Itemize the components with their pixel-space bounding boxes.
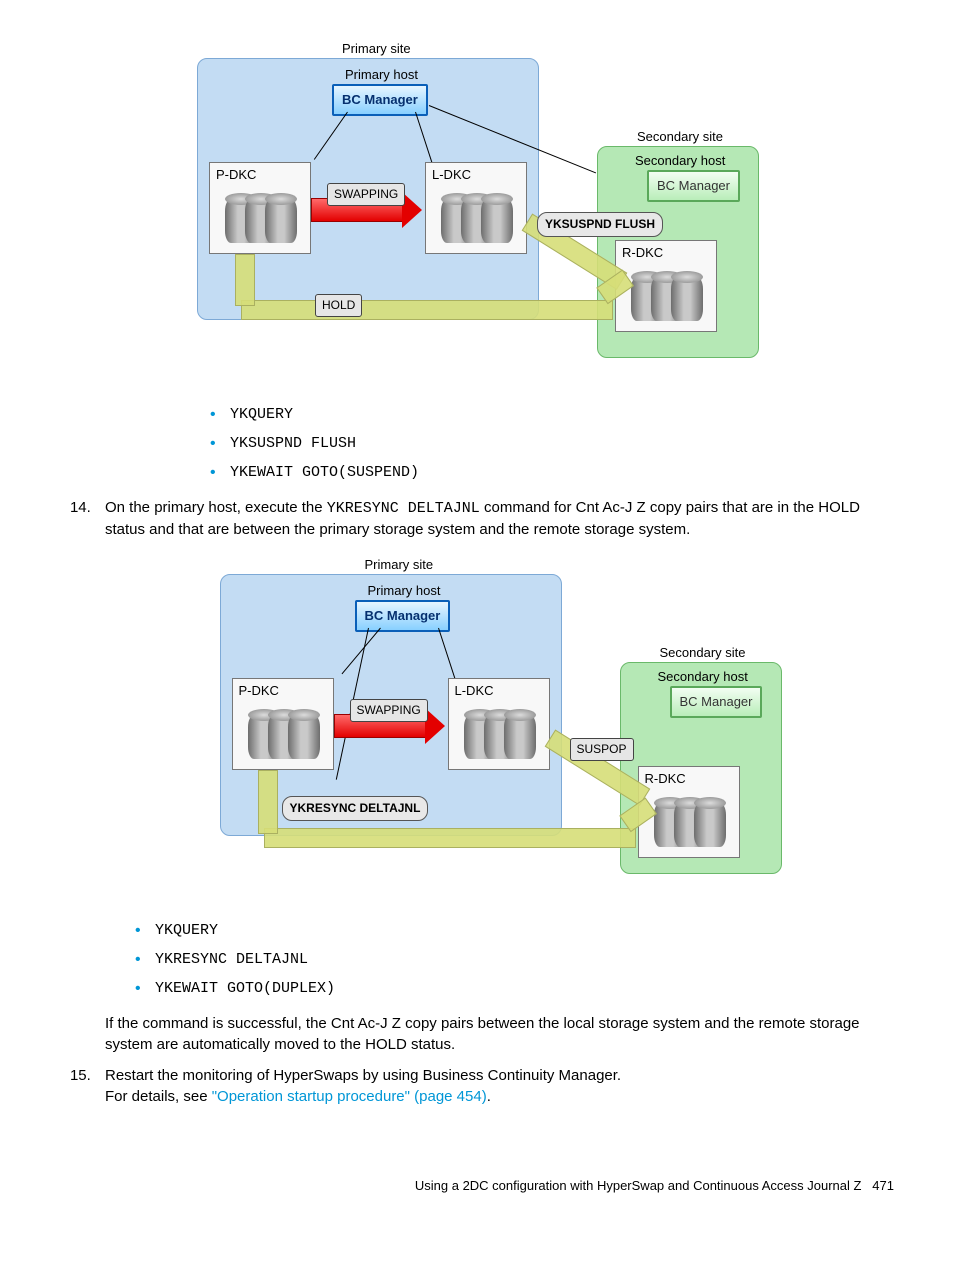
fig1-op-bubble: YKSUSPND FLUSH (537, 212, 663, 237)
fig1-primary-host-label: Primary host (345, 66, 418, 84)
fig1-bc-manager-secondary: BC Manager (647, 170, 740, 202)
fig1-l-dkc: L-DKC (425, 162, 527, 254)
step15-details-post: . (487, 1088, 491, 1105)
step15-text: Restart the monitoring of HyperSwaps by … (105, 1065, 894, 1086)
fig2-p-dkc: P-DKC (232, 678, 334, 770)
footer-page-number: 471 (872, 1178, 894, 1193)
fig1-primary-site-label: Primary site (342, 40, 411, 58)
step14-result: If the command is successful, the Cnt Ac… (105, 1013, 894, 1055)
step15-details: For details, see "Operation startup proc… (105, 1086, 894, 1107)
figure-1: Primary site Primary host BC Manager Sec… (60, 40, 894, 386)
fig2-secondary-site-label: Secondary site (660, 644, 746, 662)
fig1-p-dkc-label: P-DKC (216, 166, 256, 184)
fig2-op-bubble: YKRESYNC DELTAJNL (282, 796, 429, 821)
fig1-hold-badge: HOLD (315, 294, 362, 317)
command-list-2: YKQUERY YKRESYNC DELTAJNL YKEWAIT GOTO(D… (105, 920, 894, 999)
command-item: YKQUERY (135, 920, 894, 941)
fig2-secondary-host-label: Secondary host (658, 668, 748, 686)
command-list-1: YKQUERY YKSUSPND FLUSH YKEWAIT GOTO(SUSP… (180, 404, 894, 483)
fig1-swapping-badge: SWAPPING (327, 183, 405, 206)
fig2-suspop-badge: SUSPOP (570, 738, 634, 761)
fig1-yellow-arrow (241, 300, 613, 320)
fig2-primary-host-label: Primary host (368, 582, 441, 600)
fig2-primary-site-label: Primary site (365, 556, 434, 574)
fig2-r-dkc-label: R-DKC (645, 770, 686, 788)
fig2-yellow-arrow (264, 828, 636, 848)
fig1-l-dkc-label: L-DKC (432, 166, 471, 184)
cylinder-icon (481, 199, 513, 243)
figure-2: Primary site Primary host BC Manager Sec… (105, 556, 894, 902)
footer-text: Using a 2DC configuration with HyperSwap… (415, 1178, 862, 1193)
fig1-secondary-site-label: Secondary site (637, 128, 723, 146)
page-footer: Using a 2DC configuration with HyperSwap… (60, 1177, 894, 1195)
step14-command: YKRESYNC DELTAJNL (327, 500, 480, 517)
fig2-l-dkc-label: L-DKC (455, 682, 494, 700)
ordered-steps: On the primary host, execute the YKRESYN… (60, 497, 894, 1107)
command-item: YKEWAIT GOTO(SUSPEND) (210, 462, 894, 483)
cylinder-icon (265, 199, 297, 243)
fig2-p-dkc-label: P-DKC (239, 682, 279, 700)
fig2-swapping-badge: SWAPPING (350, 699, 428, 722)
fig2-yellow-arrow (258, 770, 278, 834)
command-item: YKQUERY (210, 404, 894, 425)
command-item: YKSUSPND FLUSH (210, 433, 894, 454)
step15-details-pre: For details, see (105, 1088, 212, 1105)
cylinder-icon (288, 715, 320, 759)
step-14: On the primary host, execute the YKRESYN… (95, 497, 894, 1055)
fig2-bc-manager-secondary: BC Manager (670, 686, 763, 718)
command-item: YKRESYNC DELTAJNL (135, 949, 894, 970)
step14-text-pre: On the primary host, execute the (105, 499, 327, 516)
step-15: Restart the monitoring of HyperSwaps by … (95, 1065, 894, 1107)
cylinder-icon (504, 715, 536, 759)
fig1-r-dkc-label: R-DKC (622, 244, 663, 262)
fig1-yellow-arrow (235, 254, 255, 306)
fig2-l-dkc: L-DKC (448, 678, 550, 770)
fig1-secondary-host-label: Secondary host (635, 152, 725, 170)
command-item: YKEWAIT GOTO(DUPLEX) (135, 978, 894, 999)
fig1-p-dkc: P-DKC (209, 162, 311, 254)
cylinder-icon (694, 803, 726, 847)
cylinder-icon (671, 277, 703, 321)
step15-link[interactable]: "Operation startup procedure" (page 454) (212, 1088, 487, 1105)
